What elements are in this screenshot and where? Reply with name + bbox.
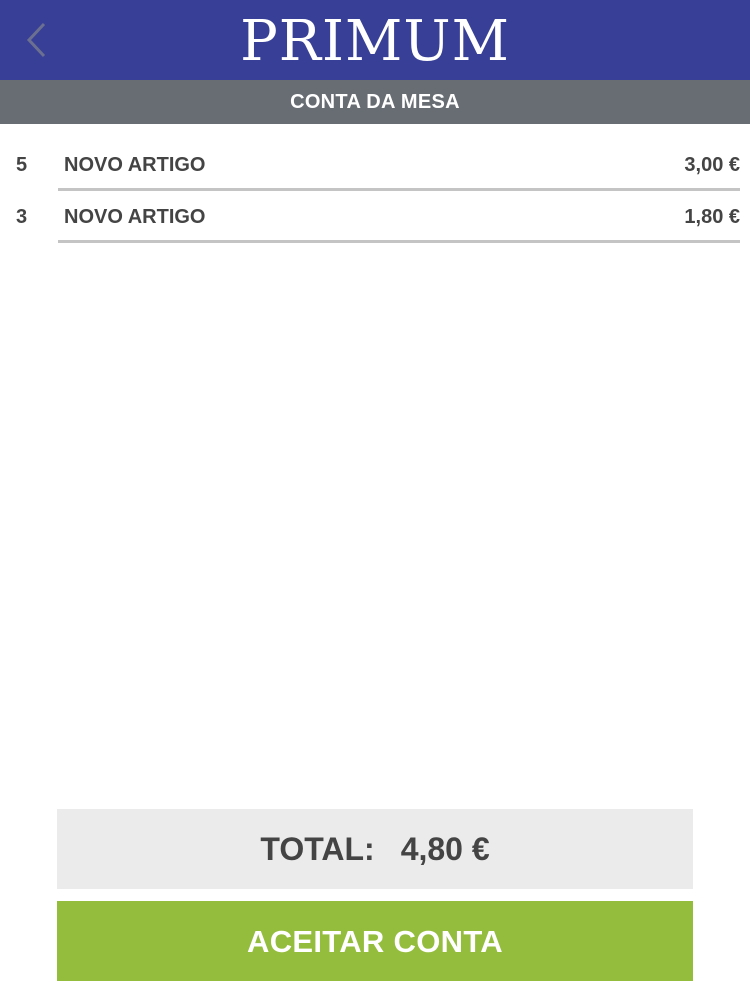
accept-bill-button[interactable]: ACEITAR CONTA: [57, 901, 693, 981]
item-quantity: 5: [16, 154, 28, 176]
item-price: 1,80 €: [684, 206, 740, 228]
chevron-left-icon: [26, 22, 46, 58]
total-label: TOTAL:: [260, 830, 375, 867]
item-row-body: NOVO ARTIGO 3,00 €: [58, 140, 740, 191]
back-button[interactable]: [14, 14, 58, 66]
total-value: 4,80 €: [400, 830, 490, 867]
app-header: PRIMUM: [0, 0, 750, 80]
bill-items-list: 5 NOVO ARTIGO 3,00 € 3 NOVO ARTIGO 1,80 …: [0, 140, 750, 244]
list-item[interactable]: 3 NOVO ARTIGO 1,80 €: [0, 192, 750, 244]
page-title: CONTA DA MESA: [0, 80, 750, 124]
item-row-body: NOVO ARTIGO 1,80 €: [58, 192, 740, 243]
brand-logo-text: PRIMUM: [240, 9, 510, 74]
total-summary: TOTAL: 4,80 €: [57, 809, 693, 889]
item-quantity: 3: [16, 206, 28, 228]
list-item[interactable]: 5 NOVO ARTIGO 3,00 €: [0, 140, 750, 192]
item-price: 3,00 €: [684, 154, 740, 176]
item-name: NOVO ARTIGO: [64, 206, 206, 228]
app-screen: PRIMUM CONTA DA MESA 5 NOVO ARTIGO 3,00 …: [0, 0, 750, 1000]
item-name: NOVO ARTIGO: [64, 154, 206, 176]
